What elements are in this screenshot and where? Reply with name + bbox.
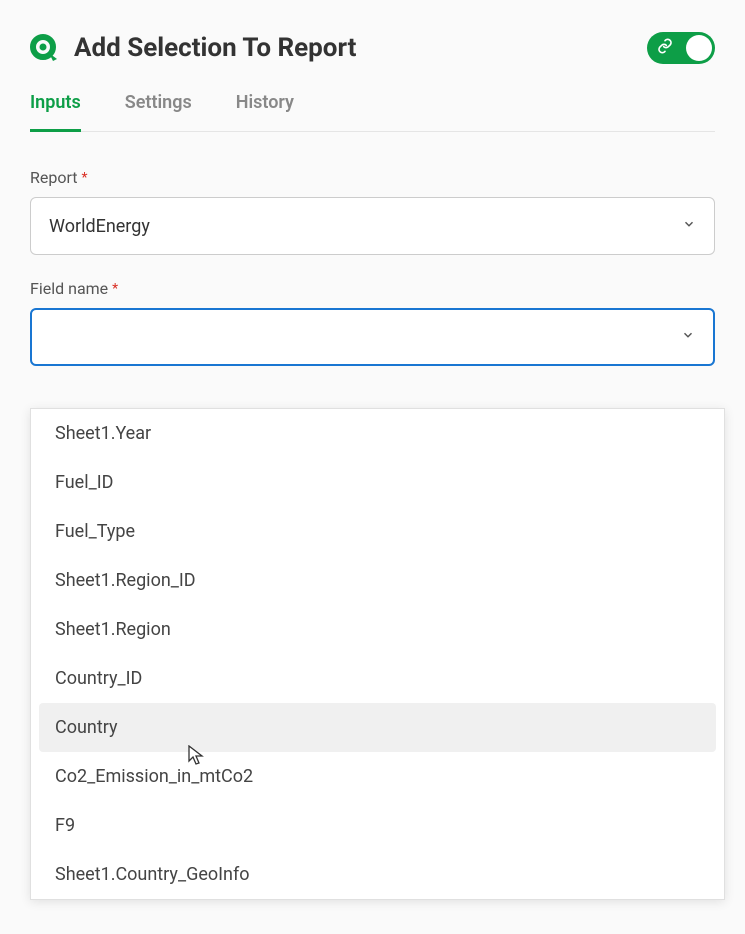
header: Add Selection To Report	[30, 32, 715, 64]
chevron-down-icon	[682, 217, 696, 235]
dropdown-item[interactable]: F9	[31, 801, 724, 850]
toggle-knob	[686, 35, 712, 61]
dropdown-item[interactable]: Country	[39, 703, 716, 752]
link-icon	[657, 38, 673, 58]
dropdown-item[interactable]: Sheet1.Year	[31, 409, 724, 458]
dropdown-item[interactable]: Fuel_Type	[31, 507, 724, 556]
tab-history[interactable]: History	[236, 92, 294, 132]
report-value: WorldEnergy	[49, 216, 150, 237]
page-title: Add Selection To Report	[74, 33, 356, 63]
dropdown-item[interactable]: Co2_Emission_in_mtCo2	[31, 752, 724, 801]
dropdown-item[interactable]: Fuel_ID	[31, 458, 724, 507]
report-label: Report*	[30, 168, 715, 187]
report-select[interactable]: WorldEnergy	[30, 197, 715, 255]
enabled-toggle[interactable]	[647, 32, 715, 64]
fieldname-select[interactable]	[30, 308, 715, 366]
dropdown-list[interactable]: Sheet1.YearFuel_IDFuel_TypeSheet1.Region…	[31, 409, 724, 899]
app-logo-icon	[30, 34, 58, 62]
tab-settings[interactable]: Settings	[125, 92, 192, 132]
dropdown-item[interactable]: Sheet1.Region	[31, 605, 724, 654]
fieldname-dropdown: Sheet1.YearFuel_IDFuel_TypeSheet1.Region…	[30, 408, 725, 900]
dropdown-item[interactable]: Country_ID	[31, 654, 724, 703]
tab-inputs[interactable]: Inputs	[30, 92, 81, 132]
fieldname-label: Field name*	[30, 279, 715, 298]
chevron-down-icon	[681, 328, 695, 346]
report-field-group: Report* WorldEnergy	[30, 168, 715, 255]
tabs: Inputs Settings History	[30, 92, 715, 132]
dropdown-item[interactable]: Sheet1.Region_ID	[31, 556, 724, 605]
fieldname-field-group: Field name*	[30, 279, 715, 366]
dropdown-item[interactable]: Sheet1.Country_GeoInfo	[31, 850, 724, 899]
